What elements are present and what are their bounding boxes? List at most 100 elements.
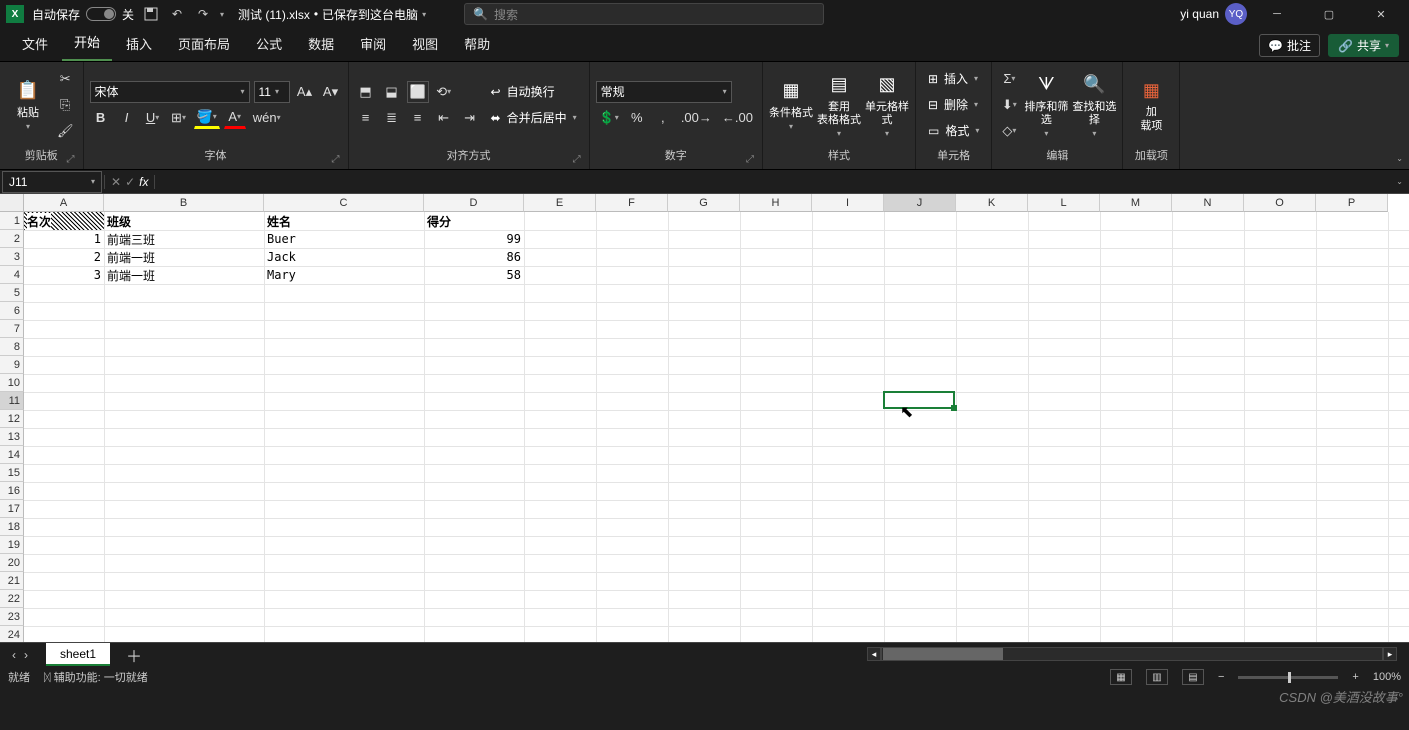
comments-button[interactable]: 💬 批注 bbox=[1259, 34, 1320, 57]
column-header[interactable]: E bbox=[524, 194, 596, 212]
conditional-format-button[interactable]: ▦条件格式▾ bbox=[769, 77, 813, 132]
increase-decimal-icon[interactable]: .00→ bbox=[678, 107, 715, 129]
merge-center-button[interactable]: ⬌ 合并后居中 ▾ bbox=[485, 107, 583, 129]
name-box[interactable]: J11▾ bbox=[2, 171, 102, 193]
launcher-icon[interactable]: ⤢ bbox=[573, 154, 581, 165]
cell[interactable]: 前端三班 bbox=[104, 230, 264, 248]
zoom-in-button[interactable]: + bbox=[1352, 671, 1358, 683]
formula-bar[interactable] bbox=[155, 171, 1390, 193]
tab-home[interactable]: 开始 bbox=[62, 26, 112, 61]
align-left-icon[interactable]: ≡ bbox=[355, 107, 377, 129]
orientation-icon[interactable]: ⟲▾ bbox=[433, 81, 455, 103]
column-header[interactable]: C bbox=[264, 194, 424, 212]
row-header[interactable]: 8 bbox=[0, 338, 24, 356]
cell[interactable]: 3 bbox=[24, 266, 104, 284]
save-icon[interactable] bbox=[142, 5, 160, 23]
row-header[interactable]: 9 bbox=[0, 356, 24, 374]
cell[interactable]: 99 bbox=[424, 230, 524, 248]
launcher-icon[interactable]: ⤢ bbox=[332, 154, 340, 165]
row-header[interactable]: 3 bbox=[0, 248, 24, 266]
sheet-tab-active[interactable]: sheet1 bbox=[46, 643, 110, 666]
bold-button[interactable]: B bbox=[90, 107, 112, 129]
column-header[interactable]: B bbox=[104, 194, 264, 212]
column-header[interactable]: I bbox=[812, 194, 884, 212]
expand-formula-icon[interactable]: ⌄ bbox=[1390, 177, 1409, 186]
share-button[interactable]: 🔗 共享 ▾ bbox=[1328, 34, 1399, 57]
row-header[interactable]: 11 bbox=[0, 392, 24, 410]
decrease-decimal-icon[interactable]: ←.00 bbox=[719, 107, 756, 129]
tab-file[interactable]: 文件 bbox=[10, 28, 60, 61]
cell[interactable]: 前端一班 bbox=[104, 248, 264, 266]
find-select-button[interactable]: 🔍查找和选择▾ bbox=[1072, 71, 1116, 139]
row-header[interactable]: 20 bbox=[0, 554, 24, 572]
tab-formulas[interactable]: 公式 bbox=[244, 28, 294, 61]
sheet-prev-icon[interactable]: ‹ bbox=[12, 648, 16, 662]
page-layout-view-icon[interactable]: ▥ bbox=[1146, 669, 1168, 685]
cell[interactable]: 得分 bbox=[424, 212, 524, 230]
maximize-button[interactable]: ▢ bbox=[1307, 0, 1351, 28]
column-header[interactable]: P bbox=[1316, 194, 1388, 212]
align-top-icon[interactable]: ⬒ bbox=[355, 81, 377, 103]
decrease-indent-icon[interactable]: ⇤ bbox=[433, 107, 455, 129]
align-center-icon[interactable]: ≣ bbox=[381, 107, 403, 129]
column-header[interactable]: K bbox=[956, 194, 1028, 212]
launcher-icon[interactable]: ⤢ bbox=[746, 154, 754, 165]
cell[interactable]: 班级 bbox=[104, 212, 264, 230]
tab-data[interactable]: 数据 bbox=[296, 28, 346, 61]
tab-pagelayout[interactable]: 页面布局 bbox=[166, 28, 242, 61]
column-header[interactable]: N bbox=[1172, 194, 1244, 212]
collapse-ribbon-icon[interactable]: ⌄ bbox=[1396, 154, 1403, 163]
cut-icon[interactable]: ✂ bbox=[54, 68, 77, 90]
column-header[interactable]: A bbox=[24, 194, 104, 212]
accept-formula-icon[interactable]: ✓ bbox=[125, 175, 135, 189]
row-header[interactable]: 2 bbox=[0, 230, 24, 248]
column-header[interactable]: G bbox=[668, 194, 740, 212]
delete-cells-button[interactable]: ⊟ 删除 ▾ bbox=[922, 94, 985, 116]
format-table-button[interactable]: ▤套用 表格格式▾ bbox=[817, 71, 861, 139]
row-header[interactable]: 1 bbox=[0, 212, 24, 230]
row-header[interactable]: 23 bbox=[0, 608, 24, 626]
row-header[interactable]: 4 bbox=[0, 266, 24, 284]
font-name-combo[interactable]: 宋体▾ bbox=[90, 81, 250, 103]
row-header[interactable]: 15 bbox=[0, 464, 24, 482]
row-header[interactable]: 12 bbox=[0, 410, 24, 428]
fill-color-button[interactable]: 🪣▾ bbox=[194, 107, 220, 129]
align-bottom-icon[interactable]: ⬜ bbox=[407, 81, 429, 103]
row-header[interactable]: 21 bbox=[0, 572, 24, 590]
page-break-view-icon[interactable]: ▤ bbox=[1182, 669, 1204, 685]
currency-icon[interactable]: 💲▾ bbox=[596, 107, 622, 129]
column-header[interactable]: O bbox=[1244, 194, 1316, 212]
italic-button[interactable]: I bbox=[116, 107, 138, 129]
tab-review[interactable]: 审阅 bbox=[348, 28, 398, 61]
undo-icon[interactable]: ↶ bbox=[168, 5, 186, 23]
insert-cells-button[interactable]: ⊞ 插入 ▾ bbox=[922, 68, 985, 90]
qat-dropdown-icon[interactable]: ▾ bbox=[220, 10, 224, 19]
row-header[interactable]: 17 bbox=[0, 500, 24, 518]
tab-insert[interactable]: 插入 bbox=[114, 28, 164, 61]
cell[interactable]: 58 bbox=[424, 266, 524, 284]
cell[interactable]: 86 bbox=[424, 248, 524, 266]
cell[interactable]: Buer bbox=[264, 230, 424, 248]
sort-filter-button[interactable]: ᗐ排序和筛选▾ bbox=[1024, 71, 1068, 139]
close-button[interactable]: ✕ bbox=[1359, 0, 1403, 28]
number-format-combo[interactable]: 常规▾ bbox=[596, 81, 732, 103]
fill-icon[interactable]: ⬇▾ bbox=[998, 94, 1020, 116]
column-header[interactable]: J bbox=[884, 194, 956, 212]
addins-button[interactable]: ▦加 载项 bbox=[1129, 76, 1173, 132]
percent-icon[interactable]: % bbox=[626, 107, 648, 129]
row-header[interactable]: 14 bbox=[0, 446, 24, 464]
row-header[interactable]: 10 bbox=[0, 374, 24, 392]
format-cells-button[interactable]: ▭ 格式 ▾ bbox=[922, 120, 985, 142]
launcher-icon[interactable]: ⤢ bbox=[67, 154, 75, 165]
cell[interactable]: 名次 bbox=[24, 212, 104, 230]
align-middle-icon[interactable]: ⬓ bbox=[381, 81, 403, 103]
horizontal-scrollbar[interactable]: ◂▸ bbox=[867, 647, 1397, 661]
cell[interactable]: Mary bbox=[264, 266, 424, 284]
comma-icon[interactable]: , bbox=[652, 107, 674, 129]
tab-help[interactable]: 帮助 bbox=[452, 28, 502, 61]
row-header[interactable]: 18 bbox=[0, 518, 24, 536]
column-header[interactable]: L bbox=[1028, 194, 1100, 212]
row-header[interactable]: 6 bbox=[0, 302, 24, 320]
sheet-next-icon[interactable]: › bbox=[24, 648, 28, 662]
search-input[interactable]: 🔍 搜索 bbox=[464, 3, 824, 25]
